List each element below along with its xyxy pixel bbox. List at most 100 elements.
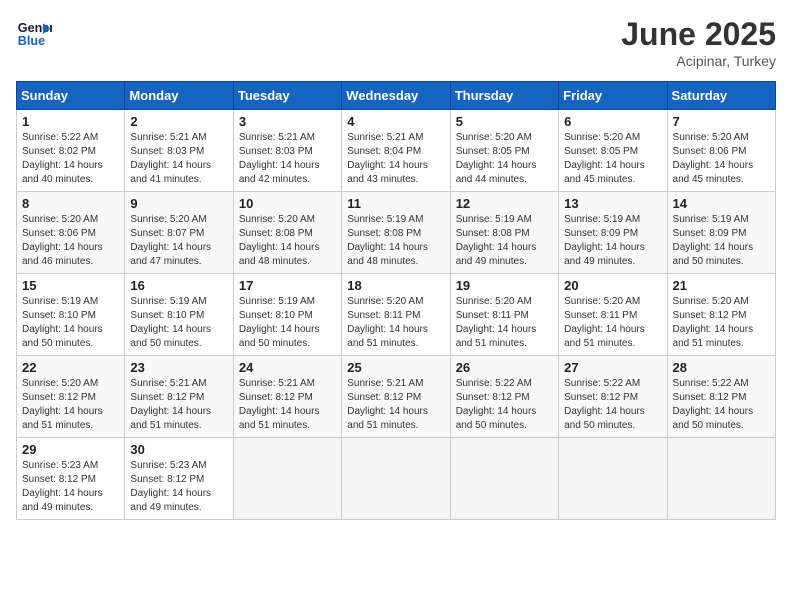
day-info: Sunrise: 5:20 AMSunset: 8:11 PMDaylight:… xyxy=(347,295,444,351)
day-number: 6 xyxy=(564,114,661,129)
day-info: Sunrise: 5:21 AMSunset: 8:03 PMDaylight:… xyxy=(239,131,336,187)
day-number: 16 xyxy=(130,278,227,293)
day-number: 5 xyxy=(456,114,553,129)
day-cell-17: 17Sunrise: 5:19 AMSunset: 8:10 PMDayligh… xyxy=(233,274,341,356)
day-info: Sunrise: 5:19 AMSunset: 8:10 PMDaylight:… xyxy=(22,295,119,351)
day-info: Sunrise: 5:20 AMSunset: 8:05 PMDaylight:… xyxy=(564,131,661,187)
day-number: 13 xyxy=(564,196,661,211)
day-number: 17 xyxy=(239,278,336,293)
weekday-header-thursday: Thursday xyxy=(450,82,558,110)
day-cell-19: 19 Sunrise: 5:20 AMSunset: 8:11 PMDayligh… xyxy=(450,274,558,356)
day-cell-5: 5Sunrise: 5:20 AMSunset: 8:05 PMDaylight… xyxy=(450,110,558,192)
page-header: General Blue June 2025 Acipinar, Turkey xyxy=(16,16,776,69)
day-number: 30 xyxy=(130,442,227,457)
day-cell-21: 21Sunrise: 5:20 AMSunset: 8:12 PMDayligh… xyxy=(667,274,775,356)
day-number: 2 xyxy=(130,114,227,129)
title-section: June 2025 Acipinar, Turkey xyxy=(621,16,776,69)
day-cell-7: 7 Sunrise: 5:20 AMSunset: 8:06 PMDaylight… xyxy=(667,110,775,192)
day-info: Sunrise: 5:21 AMSunset: 8:03 PMDaylight:… xyxy=(130,131,227,187)
day-number: 12 xyxy=(456,196,553,211)
day-cell-1: 1Sunrise: 5:22 AMSunset: 8:02 PMDaylight… xyxy=(17,110,125,192)
day-info: Sunrise: 5:23 AMSunset: 8:12 PMDaylight:… xyxy=(130,459,227,515)
day-number: 26 xyxy=(456,360,553,375)
day-number: 19 xyxy=(456,278,553,293)
day-info: Sunrise: 5:20 AMSunset: 8:12 PMDaylight:… xyxy=(22,377,119,433)
day-cell-13: 13 Sunrise: 5:19 AMSunset: 8:09 PMDayligh… xyxy=(559,192,667,274)
logo: General Blue xyxy=(16,16,52,52)
day-cell-4: 4Sunrise: 5:21 AMSunset: 8:04 PMDaylight… xyxy=(342,110,450,192)
day-info: Sunrise: 5:23 AMSunset: 8:12 PMDaylight:… xyxy=(22,459,119,515)
day-cell-25: 25 Sunrise: 5:21 AMSunset: 8:12 PMDayligh… xyxy=(342,356,450,438)
day-info: Sunrise: 5:19 AMSunset: 8:10 PMDaylight:… xyxy=(130,295,227,351)
day-info: Sunrise: 5:20 AMSunset: 8:11 PMDaylight:… xyxy=(456,295,553,351)
day-number: 7 xyxy=(673,114,770,129)
day-number: 4 xyxy=(347,114,444,129)
day-cell-14: 14Sunrise: 5:19 AMSunset: 8:09 PMDayligh… xyxy=(667,192,775,274)
day-info: Sunrise: 5:20 AMSunset: 8:07 PMDaylight:… xyxy=(130,213,227,269)
day-number: 20 xyxy=(564,278,661,293)
day-cell-18: 18 Sunrise: 5:20 AMSunset: 8:11 PMDayligh… xyxy=(342,274,450,356)
calendar-week-row: 1Sunrise: 5:22 AMSunset: 8:02 PMDaylight… xyxy=(17,110,776,192)
day-number: 27 xyxy=(564,360,661,375)
day-cell-15: 15 Sunrise: 5:19 AMSunset: 8:10 PMDayligh… xyxy=(17,274,125,356)
empty-cell xyxy=(342,438,450,520)
day-info: Sunrise: 5:22 AMSunset: 8:12 PMDaylight:… xyxy=(564,377,661,433)
day-number: 21 xyxy=(673,278,770,293)
calendar-week-row: 22 Sunrise: 5:20 AMSunset: 8:12 PMDayligh… xyxy=(17,356,776,438)
weekday-header-saturday: Saturday xyxy=(667,82,775,110)
location-subtitle: Acipinar, Turkey xyxy=(621,53,776,69)
day-cell-24: 24 Sunrise: 5:21 AMSunset: 8:12 PMDayligh… xyxy=(233,356,341,438)
day-cell-16: 16 Sunrise: 5:19 AMSunset: 8:10 PMDayligh… xyxy=(125,274,233,356)
calendar-table: SundayMondayTuesdayWednesdayThursdayFrid… xyxy=(16,81,776,520)
day-cell-2: 2 Sunrise: 5:21 AMSunset: 8:03 PMDaylight… xyxy=(125,110,233,192)
day-cell-30: 30 Sunrise: 5:23 AMSunset: 8:12 PMDayligh… xyxy=(125,438,233,520)
day-cell-27: 27 Sunrise: 5:22 AMSunset: 8:12 PMDayligh… xyxy=(559,356,667,438)
day-cell-6: 6 Sunrise: 5:20 AMSunset: 8:05 PMDaylight… xyxy=(559,110,667,192)
day-number: 8 xyxy=(22,196,119,211)
day-info: Sunrise: 5:22 AMSunset: 8:02 PMDaylight:… xyxy=(22,131,119,187)
svg-text:Blue: Blue xyxy=(18,34,45,48)
day-info: Sunrise: 5:19 AMSunset: 8:08 PMDaylight:… xyxy=(456,213,553,269)
day-number: 24 xyxy=(239,360,336,375)
weekday-header-friday: Friday xyxy=(559,82,667,110)
day-cell-12: 12 Sunrise: 5:19 AMSunset: 8:08 PMDayligh… xyxy=(450,192,558,274)
weekday-header-sunday: Sunday xyxy=(17,82,125,110)
day-cell-28: 28 Sunrise: 5:22 AMSunset: 8:12 PMDayligh… xyxy=(667,356,775,438)
day-info: Sunrise: 5:22 AMSunset: 8:12 PMDaylight:… xyxy=(673,377,770,433)
day-number: 11 xyxy=(347,196,444,211)
day-info: Sunrise: 5:20 AMSunset: 8:11 PMDaylight:… xyxy=(564,295,661,351)
month-year-title: June 2025 xyxy=(621,16,776,53)
day-info: Sunrise: 5:19 AMSunset: 8:08 PMDaylight:… xyxy=(347,213,444,269)
day-info: Sunrise: 5:22 AMSunset: 8:12 PMDaylight:… xyxy=(456,377,553,433)
calendar-week-row: 8 Sunrise: 5:20 AMSunset: 8:06 PMDaylight… xyxy=(17,192,776,274)
day-number: 29 xyxy=(22,442,119,457)
empty-cell xyxy=(233,438,341,520)
day-number: 28 xyxy=(673,360,770,375)
day-number: 22 xyxy=(22,360,119,375)
day-number: 23 xyxy=(130,360,227,375)
empty-cell xyxy=(667,438,775,520)
day-info: Sunrise: 5:20 AMSunset: 8:06 PMDaylight:… xyxy=(673,131,770,187)
logo-icon: General Blue xyxy=(16,16,52,52)
day-info: Sunrise: 5:19 AMSunset: 8:09 PMDaylight:… xyxy=(673,213,770,269)
day-cell-22: 22 Sunrise: 5:20 AMSunset: 8:12 PMDayligh… xyxy=(17,356,125,438)
calendar-week-row: 15 Sunrise: 5:19 AMSunset: 8:10 PMDayligh… xyxy=(17,274,776,356)
day-cell-10: 10Sunrise: 5:20 AMSunset: 8:08 PMDayligh… xyxy=(233,192,341,274)
day-cell-20: 20 Sunrise: 5:20 AMSunset: 8:11 PMDayligh… xyxy=(559,274,667,356)
day-number: 9 xyxy=(130,196,227,211)
day-cell-11: 11 Sunrise: 5:19 AMSunset: 8:08 PMDayligh… xyxy=(342,192,450,274)
day-number: 18 xyxy=(347,278,444,293)
day-info: Sunrise: 5:21 AMSunset: 8:12 PMDaylight:… xyxy=(130,377,227,433)
weekday-header-wednesday: Wednesday xyxy=(342,82,450,110)
day-number: 25 xyxy=(347,360,444,375)
day-cell-9: 9 Sunrise: 5:20 AMSunset: 8:07 PMDaylight… xyxy=(125,192,233,274)
day-info: Sunrise: 5:20 AMSunset: 8:08 PMDaylight:… xyxy=(239,213,336,269)
day-info: Sunrise: 5:19 AMSunset: 8:09 PMDaylight:… xyxy=(564,213,661,269)
day-info: Sunrise: 5:20 AMSunset: 8:06 PMDaylight:… xyxy=(22,213,119,269)
day-number: 15 xyxy=(22,278,119,293)
day-info: Sunrise: 5:21 AMSunset: 8:12 PMDaylight:… xyxy=(239,377,336,433)
day-cell-3: 3 Sunrise: 5:21 AMSunset: 8:03 PMDaylight… xyxy=(233,110,341,192)
empty-cell xyxy=(450,438,558,520)
day-number: 3 xyxy=(239,114,336,129)
day-info: Sunrise: 5:21 AMSunset: 8:12 PMDaylight:… xyxy=(347,377,444,433)
